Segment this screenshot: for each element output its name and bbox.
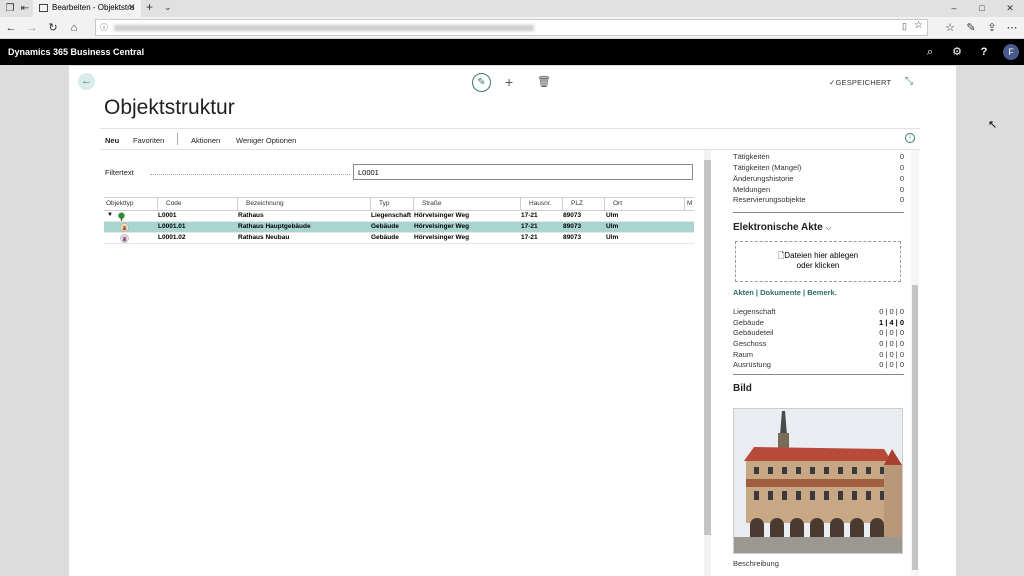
action-separator <box>177 133 178 145</box>
table-row[interactable]: L0001.01 Rathaus Hauptgebäude Gebäude Hö… <box>104 222 694 233</box>
akte-row[interactable]: Gebäude 1 | 4 | 0 <box>733 318 904 327</box>
factbox-info-icon[interactable]: i <box>905 133 915 143</box>
help-icon[interactable]: ? <box>976 44 992 60</box>
notes-icon[interactable]: ✎ <box>964 21 978 35</box>
expand-triangle-icon[interactable]: ▼ <box>107 212 113 218</box>
table-row[interactable]: ▼ L0001 Rathaus Liegenschaft Hörvelsinge… <box>104 211 694 222</box>
avatar[interactable]: F <box>1003 44 1019 60</box>
factbox-count-row[interactable]: Meldungen 0 <box>733 185 904 194</box>
main-scrollbar-thumb[interactable] <box>704 160 711 535</box>
back-arrow-icon[interactable]: ← <box>4 21 18 35</box>
akten-links[interactable]: Akten | Dokumente | Bemerk. <box>733 288 837 297</box>
action-weniger-optionen[interactable]: Weniger Optionen <box>236 136 296 145</box>
back-button[interactable]: ← <box>78 73 95 90</box>
search-icon[interactable]: ⌕ <box>922 44 938 60</box>
divider <box>733 374 904 375</box>
tab-actions-icon[interactable]: ❐ <box>4 3 16 14</box>
col-m[interactable]: M <box>687 200 692 207</box>
close-window-button[interactable]: ✕ <box>996 0 1024 17</box>
building-photo[interactable] <box>733 408 903 554</box>
more-icon[interactable]: ⋯ <box>1005 21 1019 35</box>
minimize-button[interactable]: – <box>940 0 968 17</box>
page-favicon-icon <box>39 4 48 12</box>
collapse-icon[interactable]: ⤡ <box>905 76 913 87</box>
gear-icon[interactable]: ⚙ <box>949 44 965 60</box>
page-title: Objektstruktur <box>104 96 235 119</box>
bild-section-title: Bild <box>733 383 752 394</box>
factbox-count-row[interactable]: Tätigkeiten 0 <box>733 152 904 161</box>
home-icon[interactable]: ⌂ <box>67 21 81 35</box>
share-icon[interactable]: ⇪ <box>985 21 999 35</box>
akte-row[interactable]: Liegenschaft 0 | 0 | 0 <box>733 307 904 316</box>
akte-row[interactable]: Geschoss 0 | 0 | 0 <box>733 339 904 348</box>
edit-pencil-icon[interactable]: ✎ <box>472 73 491 92</box>
col-code[interactable]: Code <box>166 200 182 207</box>
col-hausnr[interactable]: Hausnr. <box>529 200 551 207</box>
col-typ[interactable]: Typ <box>379 200 389 207</box>
col-plz[interactable]: PLZ <box>571 200 583 207</box>
structure-table: Objekttyp Code Bezeichnung Typ Straße Ha… <box>104 197 694 244</box>
factbox-count-row[interactable]: Tätigkeiten (Mangel) 0 <box>733 163 904 172</box>
action-favoriten[interactable]: Favoriten <box>133 136 164 145</box>
akte-row[interactable]: Gebäudeteil 0 | 0 | 0 <box>733 328 904 337</box>
url-input[interactable]: ⓘ ▯ ☆ <box>95 19 928 36</box>
tab-title: Bearbeiten - Objektstru <box>52 3 135 12</box>
action-bar <box>100 128 920 150</box>
delete-trash-icon[interactable]: 🗑 <box>537 75 551 88</box>
building-icon <box>120 223 129 232</box>
filter-leader-dots <box>150 174 350 175</box>
file-drop-zone[interactable]: 🗋Dateien hier ablegen oder klicken <box>735 241 901 282</box>
favorite-star-icon[interactable]: ☆ <box>914 20 923 31</box>
add-icon[interactable]: + <box>505 74 513 90</box>
tree-icon <box>118 212 125 221</box>
akte-section-title[interactable]: Elektronische Akte ⌵ <box>733 222 832 233</box>
app-title[interactable]: Dynamics 365 Business Central <box>8 47 144 57</box>
reading-view-icon[interactable]: ▯ <box>902 21 907 32</box>
filter-input[interactable] <box>353 164 693 180</box>
table-row[interactable]: L0001.02 Rathaus Neubau Gebäude Hörvelsi… <box>104 233 694 244</box>
url-text <box>114 25 534 31</box>
action-aktionen[interactable]: Aktionen <box>191 136 220 145</box>
factbox-scrollbar-thumb[interactable] <box>912 285 918 570</box>
factbox-count-row[interactable]: Reservierungsobjekte 0 <box>733 195 904 204</box>
app-header <box>0 39 1024 65</box>
chevron-down-icon[interactable]: ⌵ <box>825 223 831 232</box>
mouse-cursor-icon: ↖ <box>988 119 998 131</box>
divider <box>733 212 904 213</box>
col-bezeichnung[interactable]: Bezeichnung <box>246 200 284 207</box>
browser-tab-bar <box>0 0 1024 17</box>
action-neu[interactable]: Neu <box>105 136 119 145</box>
favorites-icon[interactable]: ☆ <box>943 21 957 35</box>
window-controls: – □ ✕ <box>940 0 1024 17</box>
tab-close-icon[interactable]: ✕ <box>128 2 136 13</box>
beschreibung-label: Beschreibung <box>733 559 779 568</box>
forward-arrow-icon[interactable]: → <box>25 21 39 35</box>
tab-back-icon[interactable]: ⇤ <box>19 3 31 14</box>
refresh-icon[interactable]: ↻ <box>46 21 60 35</box>
filter-label: Filtertext <box>105 168 134 177</box>
col-ort[interactable]: Ort <box>613 200 622 207</box>
info-icon: ⓘ <box>100 23 108 32</box>
new-tab-button[interactable]: + <box>146 0 153 14</box>
saved-status: ✓GESPEICHERT <box>829 78 892 87</box>
building-icon <box>120 234 129 243</box>
akte-row[interactable]: Ausrüstung 0 | 0 | 0 <box>733 360 904 369</box>
table-header: Objekttyp Code Bezeichnung Typ Straße Ha… <box>104 197 694 211</box>
maximize-button[interactable]: □ <box>968 0 996 17</box>
akte-row[interactable]: Raum 0 | 0 | 0 <box>733 350 904 359</box>
col-objekttyp[interactable]: Objekttyp <box>106 200 133 207</box>
factbox-count-row[interactable]: Änderungshistorie 0 <box>733 174 904 183</box>
town-hall-image <box>734 409 902 553</box>
col-strasse[interactable]: Straße <box>422 200 442 207</box>
chevron-down-icon[interactable]: ⌄ <box>164 2 172 13</box>
